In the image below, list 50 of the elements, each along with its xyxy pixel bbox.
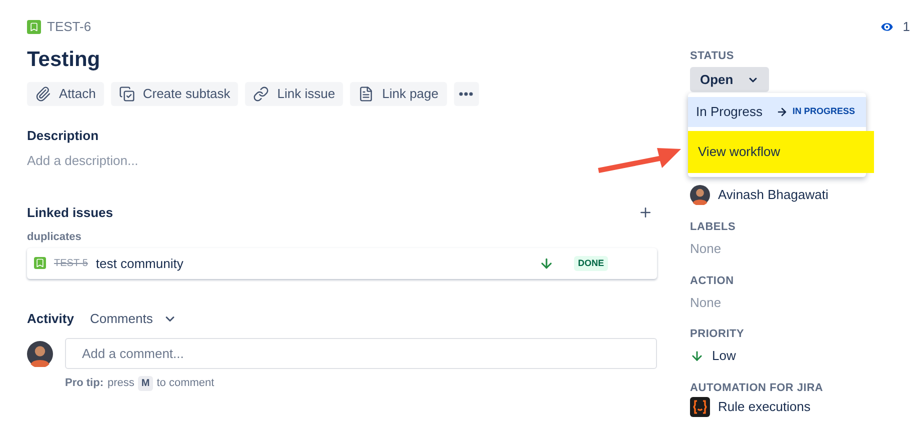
field-label: LABELS	[690, 220, 736, 233]
issue-key[interactable]: TEST-6	[47, 17, 92, 36]
field-label: AUTOMATION FOR JIRA	[690, 380, 824, 394]
comments-filter[interactable]: Comments	[90, 308, 177, 328]
pro-tip-text: to comment	[156, 376, 214, 392]
page-icon	[358, 86, 374, 102]
story-icon	[34, 257, 46, 270]
field-label: STATUS	[690, 48, 734, 64]
toolbar-button[interactable]: Create subtask	[110, 82, 238, 106]
field-value: None	[690, 294, 722, 312]
pro-tip-text: press	[108, 376, 134, 392]
story-icon	[27, 20, 41, 34]
link-icon	[253, 86, 270, 102]
status-button[interactable]: Open	[690, 67, 770, 92]
section-title: Linked issues	[27, 204, 113, 222]
paperclip-icon	[35, 86, 51, 102]
menu-item[interactable]: In Progress IN PROGRESS	[688, 97, 866, 127]
status-lozenge: IN PROGRESS	[792, 105, 855, 118]
menu-item[interactable]: View workflow	[688, 131, 874, 173]
toolbar-button[interactable]: Link page	[350, 82, 446, 106]
toolbar-button[interactable]: Link issue	[245, 82, 344, 106]
linked-issue-row[interactable]: TEST-5 test community DONE	[27, 248, 657, 279]
shortcut-key: M	[138, 376, 153, 391]
issue-title[interactable]: Testing	[27, 46, 100, 73]
field-label: PRIORITY	[690, 327, 744, 340]
field-label: ACTION	[690, 274, 734, 286]
issue-summary: test community	[96, 254, 184, 273]
avatar	[27, 340, 53, 367]
brackets-icon	[690, 396, 710, 416]
comment-field[interactable]: Add a comment...	[65, 338, 657, 370]
toolbar-button[interactable]: Attach	[27, 82, 104, 106]
arrow-down-icon	[538, 256, 554, 271]
section-title: Activity	[27, 310, 74, 328]
more-button[interactable]	[454, 82, 478, 106]
field-value: Low	[712, 347, 736, 365]
field-value: Avinash Bhagawati	[718, 186, 828, 204]
avatar	[690, 185, 710, 205]
checkbox-icon	[118, 86, 135, 102]
status-lozenge: DONE	[574, 256, 608, 271]
section-title: Description	[27, 126, 99, 145]
pro-tip-label: Pro tip:	[65, 376, 104, 392]
relation-label: duplicates	[27, 230, 82, 246]
menu-link: View workflow	[698, 143, 780, 162]
more-icon	[459, 92, 473, 96]
transition-name: In Progress	[696, 103, 762, 122]
arrow-right-icon	[776, 106, 788, 118]
watcher-count: 1	[902, 18, 910, 36]
add-icon[interactable]	[638, 205, 653, 220]
field-value: None	[690, 240, 722, 258]
field-value: Rule executions	[718, 398, 810, 416]
